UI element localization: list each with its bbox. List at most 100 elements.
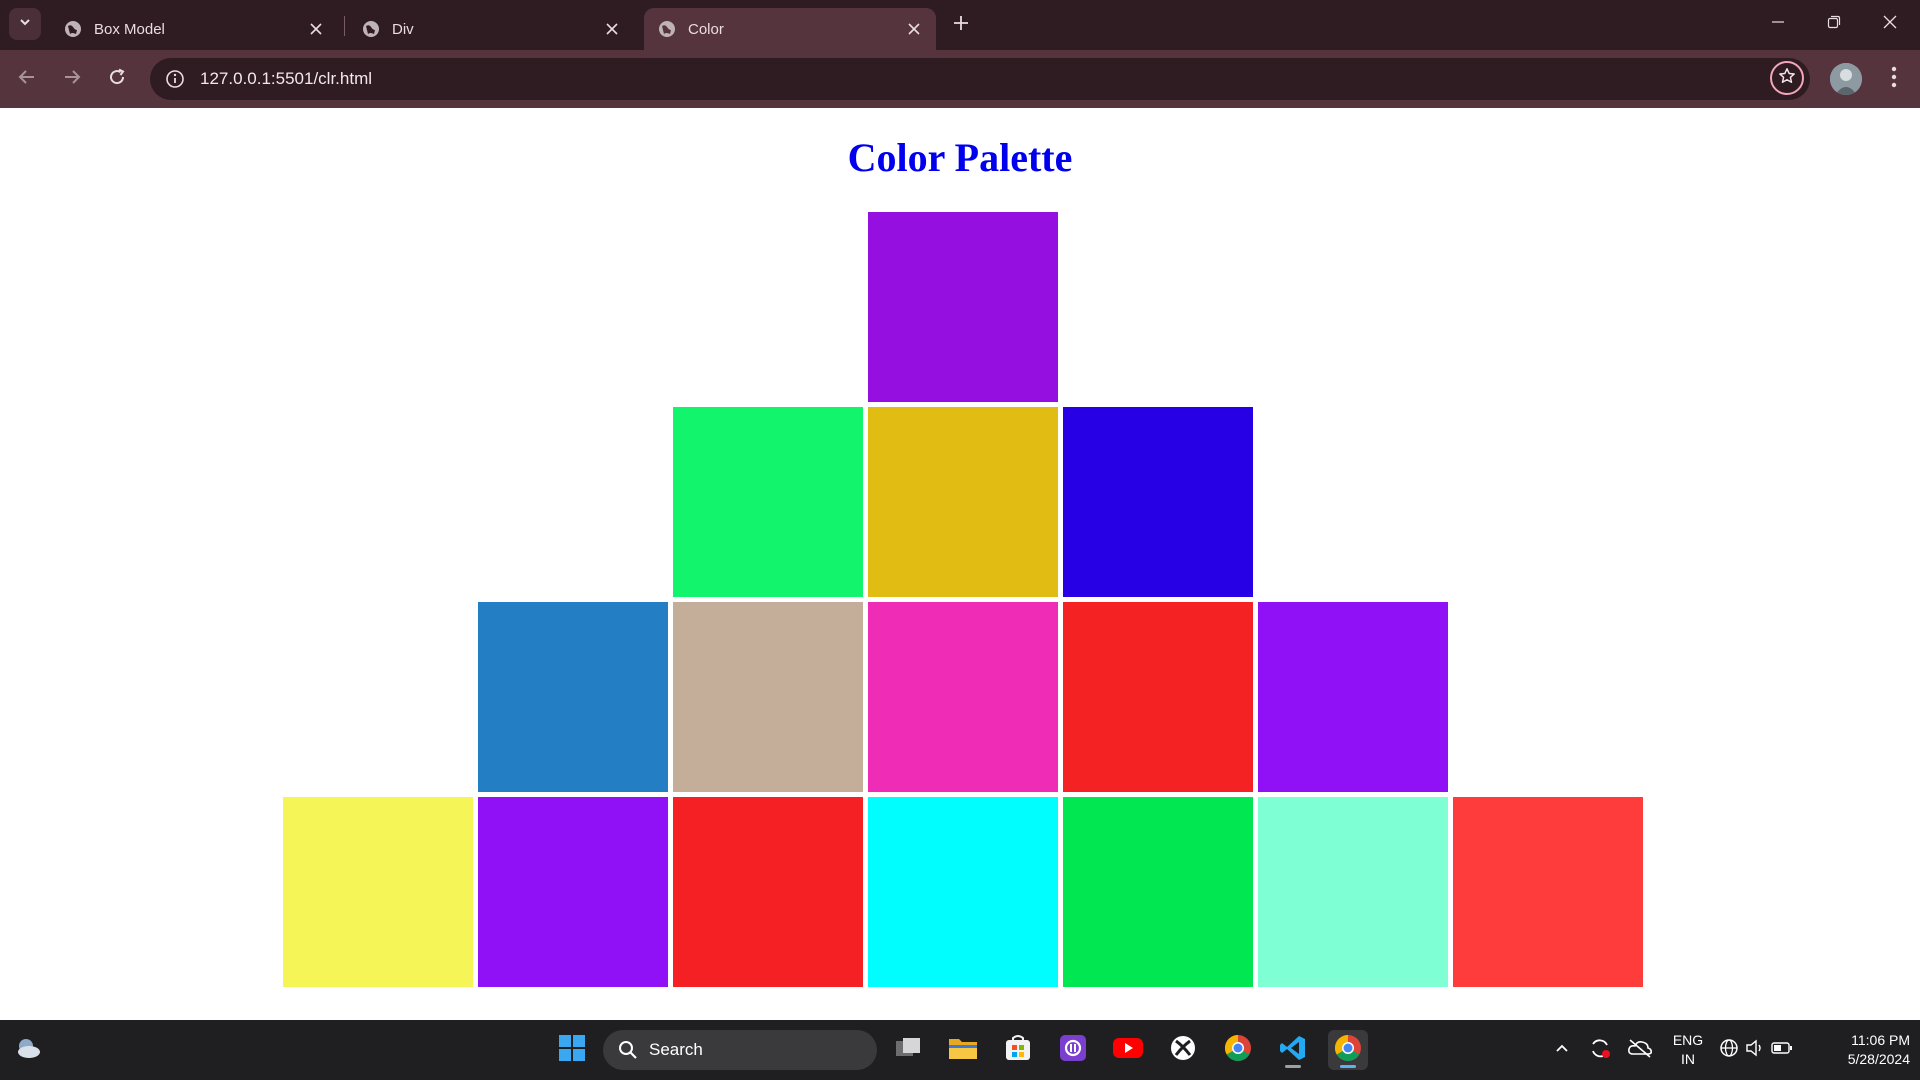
quick-settings-button[interactable] [1716,1030,1796,1070]
close-icon[interactable] [902,17,926,41]
restore-icon [1827,15,1841,34]
network-globe-icon [1719,1038,1739,1063]
search-icon [617,1039,639,1061]
clock-date: 5/28/2024 [1847,1051,1910,1067]
taskbar-search[interactable]: Search [603,1030,877,1070]
close-icon[interactable] [600,17,624,41]
language-code: ENG [1672,1032,1704,1048]
search-label: Search [649,1040,703,1059]
back-button[interactable] [10,62,44,96]
tab-box-model[interactable]: Box Model [50,8,338,50]
weather-cloud-icon [13,1033,43,1068]
minimize-icon [1771,15,1785,34]
color-swatch [1258,602,1448,792]
browser-toolbar: 127.0.0.1:5501/clr.html [0,50,1920,108]
color-swatch [1063,602,1253,792]
chrome-icon [1333,1033,1363,1068]
chrome-icon [1223,1033,1253,1068]
tab-label: Box Model [94,20,165,38]
color-swatch [1258,797,1448,987]
tab-strip: Box Model Div Color [0,0,1920,50]
address-bar[interactable]: 127.0.0.1:5501/clr.html [150,58,1810,100]
color-swatch [1453,797,1643,987]
arrow-left-icon [18,68,36,91]
active-indicator [1340,1065,1356,1068]
color-swatch [868,602,1058,792]
start-button[interactable] [552,1030,592,1070]
tab-label: Div [392,20,414,38]
browser-menu-button[interactable] [1878,63,1910,95]
tab-separator [344,16,345,36]
chevron-up-icon [1554,1040,1570,1061]
color-swatch [673,797,863,987]
restore-button[interactable] [1806,0,1862,48]
sync-icon [1588,1036,1612,1065]
tab-label: Color [688,20,724,38]
store-bag-icon [1004,1034,1032,1067]
reload-button[interactable] [100,62,134,96]
globe-icon [362,20,380,38]
weather-widget[interactable] [8,1030,48,1070]
color-swatch [1063,407,1253,597]
xbox-button[interactable] [1163,1030,1203,1070]
task-view-button[interactable] [888,1030,928,1070]
color-swatch [673,407,863,597]
chrome-active-button[interactable] [1328,1030,1368,1070]
youtube-button[interactable] [1108,1030,1148,1070]
color-swatch [673,602,863,792]
close-icon [1883,15,1897,34]
file-explorer-button[interactable] [943,1030,983,1070]
color-swatch [868,797,1058,987]
tab-search-button[interactable] [9,8,41,40]
globe-icon [64,20,82,38]
tab-div[interactable]: Div [348,8,634,50]
sync-status-button[interactable] [1580,1030,1620,1070]
forward-button[interactable] [55,62,89,96]
profile-avatar[interactable] [1830,63,1862,95]
star-icon [1778,67,1796,90]
battery-icon [1771,1041,1793,1060]
windows-logo-icon [558,1034,586,1067]
minimize-button[interactable] [1750,0,1806,48]
clock[interactable]: 11:06 PM 5/28/2024 [1810,1031,1910,1069]
page-content: Color Palette [0,108,1920,1020]
taskbar: Search ENG IN 11:06 PM 5/28/2024 [0,1020,1920,1080]
globe-icon [658,20,676,38]
color-swatch [478,602,668,792]
color-swatch [283,797,473,987]
tray-overflow-button[interactable] [1542,1030,1582,1070]
close-window-button[interactable] [1862,0,1918,48]
language-indicator[interactable]: ENG IN [1664,1031,1712,1069]
app-purple-icon [1059,1034,1087,1067]
onedrive-button[interactable] [1620,1030,1660,1070]
vscode-icon [1279,1034,1307,1067]
page-title: Color Palette [847,135,1073,180]
color-swatch [478,797,668,987]
vscode-button[interactable] [1273,1030,1313,1070]
youtube-icon [1112,1036,1144,1065]
color-swatch [868,212,1058,402]
microsoft-store-button[interactable] [998,1030,1038,1070]
close-icon[interactable] [304,17,328,41]
folder-icon [948,1035,978,1066]
running-indicator [1285,1065,1301,1068]
reload-icon [108,68,126,91]
color-swatch [1063,797,1253,987]
chrome-button[interactable] [1218,1030,1258,1070]
copilot-app-button[interactable] [1053,1030,1093,1070]
task-view-icon [894,1036,922,1065]
new-tab-button[interactable] [948,12,974,38]
arrow-right-icon [63,68,81,91]
chevron-down-icon [18,15,32,34]
region-code: IN [1681,1051,1695,1067]
tab-color[interactable]: Color [644,8,936,50]
site-info-icon[interactable] [154,58,196,100]
plus-icon [953,15,969,36]
cloud-off-icon [1627,1037,1653,1064]
color-swatch [868,407,1058,597]
clock-time: 11:06 PM [1851,1032,1910,1048]
bookmark-star-button[interactable] [1770,61,1804,95]
kebab-menu-icon [1891,66,1897,93]
url-text[interactable]: 127.0.0.1:5501/clr.html [200,69,372,89]
xbox-icon [1169,1034,1197,1067]
